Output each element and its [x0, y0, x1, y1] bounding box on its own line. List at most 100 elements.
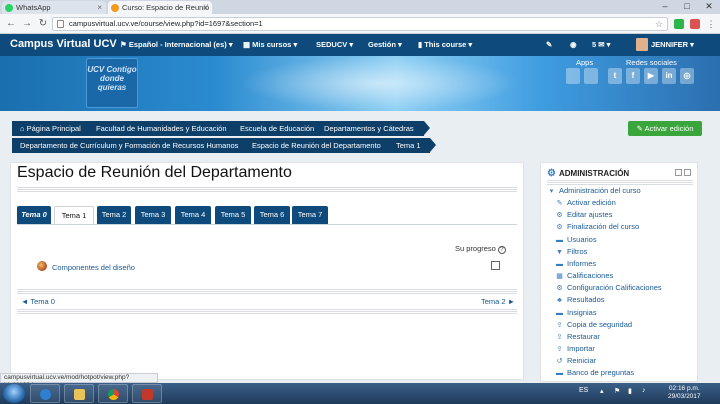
completion-checkbox[interactable] [491, 261, 500, 270]
moodle-icon [111, 4, 119, 12]
close-window-icon[interactable]: ✕ [698, 0, 720, 14]
breadcrumb-current[interactable]: Tema 1 [388, 138, 436, 153]
tray-arrow-icon[interactable]: ▴ [600, 387, 604, 395]
android-icon[interactable] [584, 68, 598, 84]
admin-item[interactable]: ⇪ Restaurar [555, 332, 600, 341]
apple-icon[interactable] [566, 68, 580, 84]
collapse-icon[interactable] [675, 169, 682, 176]
reload-icon[interactable]: ↻ [36, 17, 50, 31]
breadcrumb-label: Tema 1 [396, 141, 421, 150]
ucv-logo[interactable]: UCV Contigo donde quieras [86, 58, 138, 108]
tab-tema-5[interactable]: Tema 5 [215, 206, 251, 224]
language-menu[interactable]: ⚑ Español - Internacional (es) ▾ [120, 40, 233, 49]
close-icon[interactable]: × [97, 1, 102, 14]
start-button[interactable] [3, 384, 25, 403]
taskbar-ie[interactable] [30, 384, 60, 403]
close-icon[interactable]: × [203, 1, 208, 14]
network-icon[interactable]: ▮ [628, 387, 632, 395]
tab-tema-0[interactable]: Tema 0 [17, 206, 51, 224]
admin-item[interactable]: ▼ Filtros [555, 247, 587, 256]
clock[interactable]: 02:16 p.m. 29/03/2017 [668, 385, 701, 401]
admin-item[interactable]: ⇪ Copia de seguridad [555, 320, 632, 329]
turn-editing-on-button[interactable]: ✎ Activar edición [628, 121, 702, 136]
tab-tema-7[interactable]: Tema 7 [292, 206, 328, 224]
admin-item[interactable]: ⚙ Finalización del curso [555, 222, 639, 231]
menu-icon[interactable]: ⋮ [704, 17, 718, 31]
breadcrumb-home[interactable]: ⌂ Página Principal [12, 121, 94, 136]
back-icon[interactable]: ← [4, 17, 18, 31]
twitter-icon[interactable]: t [608, 68, 622, 84]
admin-item[interactable]: ↺ Reiniciar [555, 356, 597, 365]
admin-item[interactable]: ⚙ Editar ajustes [555, 210, 612, 219]
linkedin-icon[interactable]: in [662, 68, 676, 84]
bookmark-star-icon[interactable]: ☆ [655, 18, 663, 30]
instagram-icon[interactable]: ◎ [680, 68, 694, 84]
admin-item[interactable]: ▬ Banco de preguntas [555, 368, 634, 377]
divider [17, 187, 517, 192]
edit-icon[interactable]: ✎ [546, 40, 552, 49]
admin-item-label: Informes [567, 259, 597, 268]
admin-item[interactable]: ▬ Usuarios [555, 235, 597, 244]
admin-item[interactable]: ⚙ Configuración Calificaciones [555, 283, 662, 292]
my-courses-menu[interactable]: ▦ Mis cursos ▾ [243, 40, 297, 49]
next-section-link[interactable]: Tema 2 ► [481, 297, 515, 306]
admin-item[interactable]: ♣ Resultados [555, 295, 605, 304]
site-brand[interactable]: Campus Virtual UCV [10, 38, 117, 50]
taskbar-explorer[interactable] [64, 384, 94, 403]
extension-icon[interactable] [674, 19, 684, 29]
messages-menu[interactable]: 5 ✉ ▾ [592, 40, 610, 49]
browser-tab-course[interactable]: Curso: Espacio de Reunió × [108, 1, 212, 14]
activity-link[interactable]: Componentes del diseño [52, 263, 135, 272]
browser-tab-whatsapp[interactable]: WhatsApp × [2, 1, 106, 14]
info-icon[interactable] [57, 20, 64, 28]
breadcrumb-label: Departamento de Currículum y Formación d… [20, 141, 239, 150]
this-course-menu[interactable]: ▮ This course ▾ [418, 40, 472, 49]
tab-tema-3[interactable]: Tema 3 [135, 206, 171, 224]
maximize-icon[interactable]: □ [676, 0, 698, 14]
admin-item-label: Resultados [567, 295, 605, 304]
minimize-icon[interactable]: – [654, 0, 676, 14]
user-menu[interactable]: JENNIFER ▾ [651, 40, 694, 49]
facebook-icon[interactable]: f [626, 68, 640, 84]
breadcrumb-label: Facultad de Humanidades y Educación [96, 124, 227, 133]
flag-icon[interactable]: ⚑ [614, 387, 620, 395]
breadcrumb-department[interactable]: Departamento de Currículum y Formación d… [12, 138, 250, 153]
admin-item-label: Copia de seguridad [567, 320, 633, 329]
extension-icon[interactable] [690, 19, 700, 29]
avatar[interactable] [636, 38, 648, 51]
url-text: campusvirtual.ucv.ve/course/view.php?id=… [69, 19, 263, 28]
admin-root-course[interactable]: ▾ Administración del curso [547, 186, 641, 195]
address-bar: ← → ↻ campusvirtual.ucv.ve/course/view.p… [0, 14, 720, 34]
site-banner: UCV Contigo donde quieras Apps Redes soc… [0, 56, 720, 111]
gestion-menu[interactable]: Gestión ▾ [368, 40, 402, 49]
admin-item[interactable]: ▦ Calificaciones [555, 271, 613, 280]
help-icon[interactable]: ? [497, 246, 506, 254]
progress-label: Su progreso? [455, 244, 506, 254]
breadcrumb-course[interactable]: Espacio de Reunión del Departamento [244, 138, 394, 153]
breadcrumb-label: Página Principal [26, 124, 81, 133]
volume-icon[interactable]: ♪ [642, 387, 646, 394]
breadcrumb-school[interactable]: Escuela de Educación [232, 121, 322, 136]
admin-item[interactable]: ✎ Activar edición [555, 198, 616, 207]
breadcrumb-faculty[interactable]: Facultad de Humanidades y Educación [88, 121, 238, 136]
tab-tema-2[interactable]: Tema 2 [97, 206, 131, 224]
help-icon[interactable]: ◉ [570, 40, 577, 49]
taskbar-app[interactable] [132, 384, 162, 403]
seducv-menu[interactable]: SEDUCV ▾ [316, 40, 353, 49]
tab-tema-1[interactable]: Tema 1 [54, 206, 94, 224]
admin-item-label: Configuración Calificaciones [567, 283, 662, 292]
dock-icon[interactable] [684, 169, 691, 176]
previous-section-link[interactable]: ◄ Tema 0 [21, 297, 55, 306]
tab-tema-4[interactable]: Tema 4 [175, 206, 211, 224]
admin-item[interactable]: ▬ Insignias [555, 308, 597, 317]
forward-icon[interactable]: → [20, 17, 34, 31]
youtube-icon[interactable]: ▶ [644, 68, 658, 84]
admin-item[interactable]: ⇪ Importar [555, 344, 595, 353]
trophy-icon: ♣ [557, 297, 562, 304]
admin-item[interactable]: ▬ Informes [555, 259, 596, 268]
tab-tema-6[interactable]: Tema 6 [254, 206, 290, 224]
taskbar-chrome[interactable] [98, 384, 128, 403]
language-indicator[interactable]: ES [579, 387, 588, 394]
breadcrumb-departments[interactable]: Departamentos y Cátedras [316, 121, 430, 136]
url-input[interactable]: campusvirtual.ucv.ve/course/view.php?id=… [52, 17, 668, 31]
